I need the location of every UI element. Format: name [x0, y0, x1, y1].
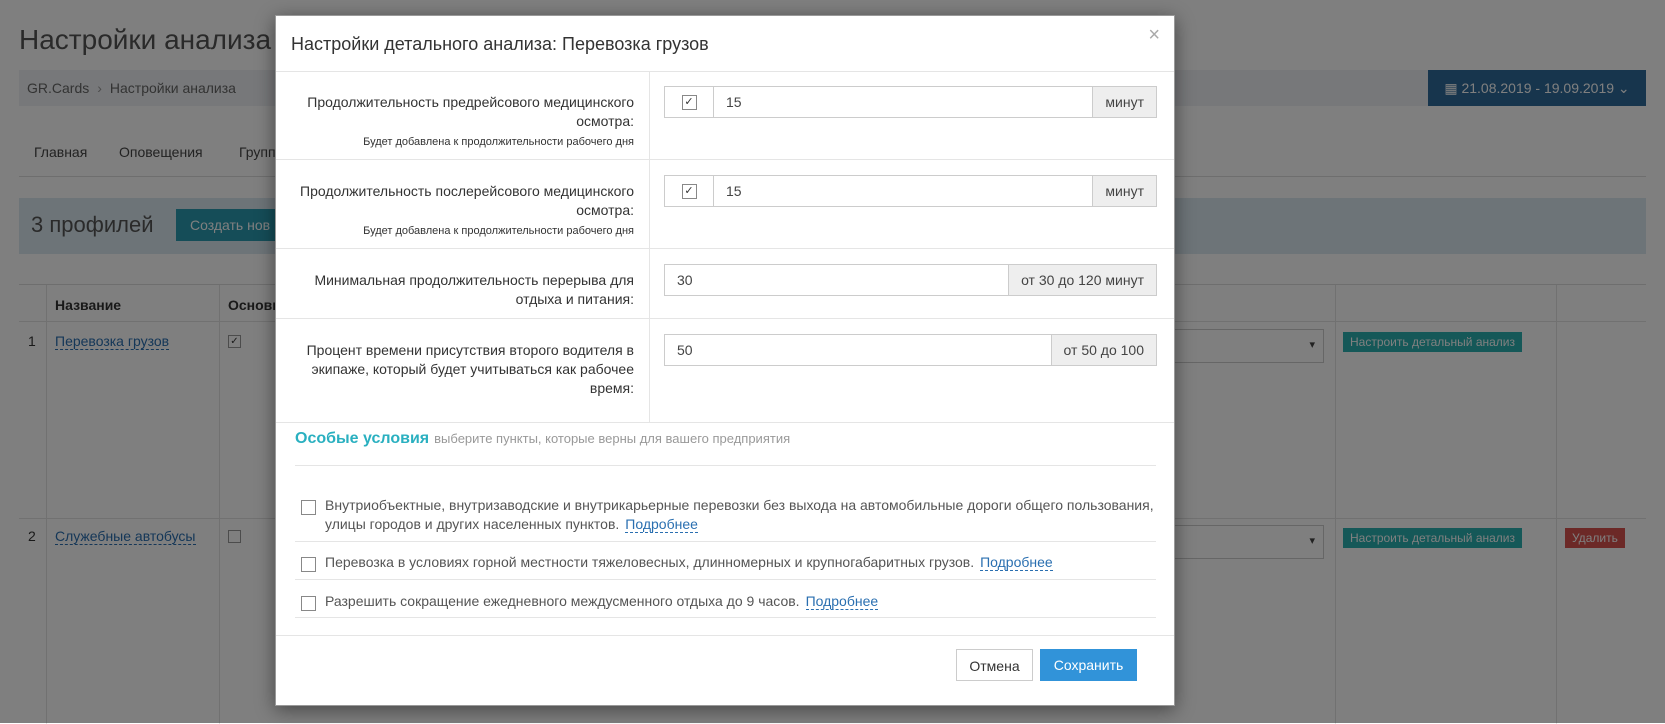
- special-option-text: Перевозка в условиях горной местности тя…: [325, 553, 1156, 572]
- cancel-button[interactable]: Отмена: [956, 649, 1033, 681]
- option-label: Внутриобъектные, внутризаводские и внутр…: [325, 497, 1154, 532]
- checkbox-addon: ✓: [665, 87, 714, 117]
- unit-addon: минут: [1092, 176, 1156, 206]
- range-addon: от 30 до 120 минут: [1008, 265, 1156, 295]
- posttrip-exam-label: Продолжительность послерейсового медицин…: [284, 182, 634, 241]
- more-link[interactable]: Подробнее: [980, 554, 1053, 571]
- special-conditions-subtitle: выберите пункты, которые верны для вашег…: [434, 431, 791, 446]
- checkbox-addon: ✓: [665, 176, 714, 206]
- pretrip-exam-checkbox[interactable]: ✓: [681, 94, 697, 110]
- more-link[interactable]: Подробнее: [805, 593, 879, 610]
- field-label: Продолжительность предрейсового медицинс…: [307, 94, 634, 129]
- save-button[interactable]: Сохранить: [1040, 649, 1137, 681]
- posttrip-exam-group: ✓ 15 минут: [664, 175, 1157, 207]
- posttrip-exam-input[interactable]: 15: [714, 176, 1093, 206]
- pretrip-exam-group: ✓ 15 минут: [664, 86, 1157, 118]
- posttrip-exam-checkbox[interactable]: ✓: [681, 183, 697, 199]
- close-icon[interactable]: ×: [1148, 24, 1160, 47]
- field-label: Продолжительность послерейсового медицин…: [300, 183, 634, 218]
- special-conditions-title: Особые условия: [295, 430, 430, 447]
- range-addon: от 50 до 100: [1050, 335, 1156, 365]
- second-driver-input[interactable]: 50: [665, 335, 1051, 365]
- min-break-input[interactable]: 30: [665, 265, 1009, 295]
- option-label: Перевозка в условиях горной местности тя…: [325, 554, 975, 570]
- special-option: Разрешить сокращение ежедневного междусм…: [295, 592, 1156, 612]
- special-option: Внутриобъектные, внутризаводские и внутр…: [295, 496, 1156, 536]
- more-link[interactable]: Подробнее: [625, 516, 698, 533]
- special-option-text: Разрешить сокращение ежедневного междусм…: [325, 592, 1156, 611]
- second-driver-group: 50 от 50 до 100: [664, 334, 1157, 366]
- min-break-group: 30 от 30 до 120 минут: [664, 264, 1157, 296]
- second-driver-label: Процент времени присутствия второго води…: [306, 342, 634, 396]
- analysis-settings-modal: Настройки детального анализа: Перевозка …: [275, 15, 1175, 706]
- unit-addon: минут: [1092, 87, 1156, 117]
- pretrip-exam-input[interactable]: 15: [714, 87, 1093, 117]
- field-hint: Будет добавлена к продолжительности рабо…: [363, 136, 634, 148]
- special-option-checkbox[interactable]: [301, 596, 316, 611]
- pretrip-exam-label: Продолжительность предрейсового медицинс…: [284, 93, 634, 152]
- option-label: Разрешить сокращение ежедневного междусм…: [325, 593, 800, 609]
- special-option-checkbox[interactable]: [301, 557, 316, 572]
- special-option: Перевозка в условиях горной местности тя…: [295, 553, 1156, 573]
- field-hint: Будет добавлена к продолжительности рабо…: [363, 225, 634, 237]
- min-break-label: Минимальная продолжительность перерыва д…: [314, 272, 634, 307]
- special-option-text: Внутриобъектные, внутризаводские и внутр…: [325, 496, 1156, 534]
- special-conditions-header: Особые условия выберите пункты, которые в…: [295, 430, 790, 448]
- modal-title: Настройки детального анализа: Перевозка …: [291, 34, 709, 54]
- special-option-checkbox[interactable]: [301, 500, 316, 515]
